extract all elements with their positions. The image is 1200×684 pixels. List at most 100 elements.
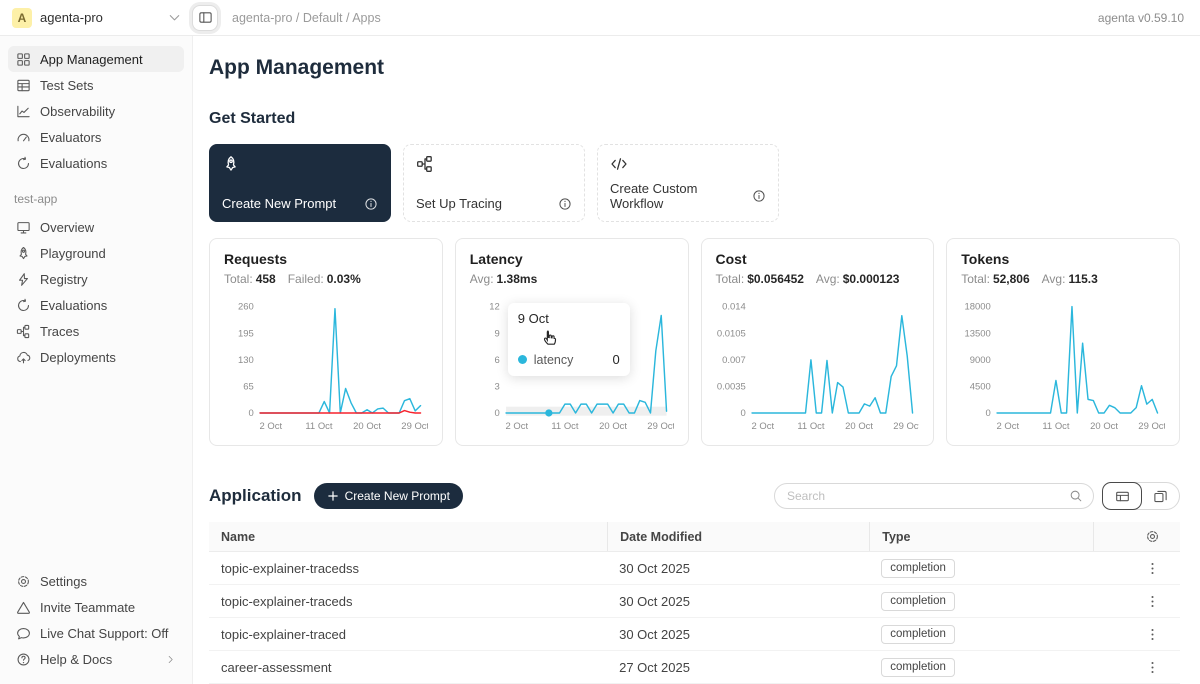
info-icon[interactable] <box>752 189 766 203</box>
metric-stat: Avg:115.3 <box>1042 272 1098 286</box>
row-menu-button[interactable] <box>1145 660 1160 675</box>
metric-stat: Total:458 <box>224 272 276 286</box>
application-heading: Application <box>209 486 302 506</box>
sidebar-item-label: Observability <box>40 104 115 119</box>
tree-icon <box>16 324 31 339</box>
table-row[interactable]: career-assessment 27 Oct 2025 completion <box>209 651 1180 684</box>
card-label: Create New Prompt <box>222 196 336 211</box>
info-icon[interactable] <box>364 197 378 211</box>
create-new-prompt-button[interactable]: Create New Prompt <box>314 483 463 509</box>
kebab-icon <box>1145 660 1160 675</box>
table-row[interactable]: topic-explainer-traceds 30 Oct 2025 comp… <box>209 585 1180 618</box>
row-menu-button[interactable] <box>1145 594 1160 609</box>
main-content: App Management Get Started Create New Pr… <box>193 36 1200 684</box>
svg-text:29 Oct: 29 Oct <box>1139 421 1165 432</box>
chevron-down-icon <box>167 10 182 25</box>
rocket-icon <box>16 246 31 261</box>
sidebar-item-label: Settings <box>40 574 87 589</box>
sidebar-item-label: Playground <box>40 246 106 261</box>
metric-title: Latency <box>470 251 674 267</box>
search-input[interactable] <box>787 489 1069 503</box>
column-header-type[interactable]: Type <box>869 522 1092 551</box>
metric-title: Requests <box>224 251 428 267</box>
sidebar-item-help-docs[interactable]: Help & Docs <box>8 646 184 672</box>
svg-text:0.007: 0.007 <box>722 355 746 366</box>
sidebar-item-settings[interactable]: Settings <box>8 568 184 594</box>
sidebar: App Management Test Sets Observability E… <box>0 36 193 684</box>
sidebar-item-label: Deployments <box>40 350 116 365</box>
applications-table: Name Date Modified Type topic-explainer-… <box>209 522 1180 684</box>
set-up-tracing-card[interactable]: Set Up Tracing <box>403 144 585 222</box>
table-icon <box>16 78 31 93</box>
svg-text:11 Oct: 11 Oct <box>1043 421 1071 432</box>
info-icon[interactable] <box>558 197 572 211</box>
metric-stat: Avg:$0.000123 <box>816 272 900 286</box>
sidebar-item-playground[interactable]: Playground <box>8 240 184 266</box>
eval-loop-icon <box>16 156 31 171</box>
sidebar-item-deployments[interactable]: Deployments <box>8 344 184 370</box>
sidebar-item-evaluations[interactable]: Evaluations <box>8 150 184 176</box>
create-new-prompt-card[interactable]: Create New Prompt <box>209 144 391 222</box>
row-menu-button[interactable] <box>1145 627 1160 642</box>
tokens-chart[interactable]: 04500900013500180002 Oct11 Oct20 Oct29 O… <box>961 292 1165 442</box>
sidebar-layout-icon <box>198 10 213 25</box>
app-date-modified: 30 Oct 2025 <box>607 561 869 576</box>
metric-title: Tokens <box>961 251 1165 267</box>
svg-text:0: 0 <box>248 408 253 419</box>
kebab-icon <box>1145 561 1160 576</box>
card-view-button[interactable] <box>1141 483 1179 509</box>
sidebar-item-test-sets[interactable]: Test Sets <box>8 72 184 98</box>
svg-text:29 Oct: 29 Oct <box>893 421 919 432</box>
tokens-metric-card: Tokens Total:52,806 Avg:115.3 0450090001… <box>946 238 1180 446</box>
plus-icon <box>327 490 339 502</box>
workspace-switcher[interactable]: A agenta-pro <box>0 8 188 28</box>
cost-chart[interactable]: 00.00350.0070.01050.0142 Oct11 Oct20 Oct… <box>716 292 920 442</box>
card-view-icon <box>1153 489 1168 504</box>
chart-tooltip: 9 Oct latency 0 <box>508 303 630 376</box>
app-date-modified: 30 Oct 2025 <box>607 594 869 609</box>
svg-text:29 Oct: 29 Oct <box>401 421 427 432</box>
eval-loop-icon <box>16 298 31 313</box>
svg-text:195: 195 <box>238 328 254 339</box>
tooltip-value: 0 <box>613 352 620 367</box>
type-badge: completion <box>881 559 955 578</box>
gear-icon <box>1145 529 1160 544</box>
sidebar-item-observability[interactable]: Observability <box>8 98 184 124</box>
metric-stat: Avg:1.38ms <box>470 272 538 286</box>
table-settings-button[interactable] <box>1145 529 1160 544</box>
requests-chart[interactable]: 0651301952602 Oct11 Oct20 Oct29 Oct <box>224 292 428 442</box>
svg-text:2 Oct: 2 Oct <box>260 421 283 432</box>
sidebar-item-label: App Management <box>40 52 143 67</box>
sidebar-item-overview[interactable]: Overview <box>8 214 184 240</box>
tree-icon <box>416 155 434 173</box>
row-menu-button[interactable] <box>1145 561 1160 576</box>
monitor-icon <box>16 220 31 235</box>
card-label: Set Up Tracing <box>416 196 502 211</box>
metric-stat: Total:$0.056452 <box>716 272 804 286</box>
table-view-button[interactable] <box>1102 482 1142 510</box>
svg-text:13500: 13500 <box>965 328 991 339</box>
column-header-date-modified[interactable]: Date Modified <box>607 522 869 551</box>
sidebar-item-registry[interactable]: Registry <box>8 266 184 292</box>
table-row[interactable]: topic-explainer-tracedss 30 Oct 2025 com… <box>209 552 1180 585</box>
sidebar-item-invite-teammate[interactable]: Invite Teammate <box>8 594 184 620</box>
sidebar-collapse-button[interactable] <box>192 5 218 31</box>
sidebar-item-app-management[interactable]: App Management <box>8 46 184 72</box>
svg-text:11 Oct: 11 Oct <box>797 421 825 432</box>
create-custom-workflow-card[interactable]: Create Custom Workflow <box>597 144 779 222</box>
sidebar-item-live-chat-support[interactable]: Live Chat Support: Off <box>8 620 184 646</box>
sidebar-item-label: Help & Docs <box>40 652 112 667</box>
sidebar-item-traces[interactable]: Traces <box>8 318 184 344</box>
sidebar-item-evaluators[interactable]: Evaluators <box>8 124 184 150</box>
sidebar-item-app-evaluations[interactable]: Evaluations <box>8 292 184 318</box>
sidebar-item-label: Test Sets <box>40 78 93 93</box>
type-badge: completion <box>881 625 955 644</box>
sidebar-item-label: Overview <box>40 220 94 235</box>
gauge-icon <box>16 130 31 145</box>
svg-text:3: 3 <box>494 382 499 393</box>
column-header-name[interactable]: Name <box>209 530 607 544</box>
sidebar-item-label: Traces <box>40 324 79 339</box>
svg-text:20 Oct: 20 Oct <box>1090 421 1118 432</box>
search-icon[interactable] <box>1069 489 1083 503</box>
table-row[interactable]: topic-explainer-traced 30 Oct 2025 compl… <box>209 618 1180 651</box>
